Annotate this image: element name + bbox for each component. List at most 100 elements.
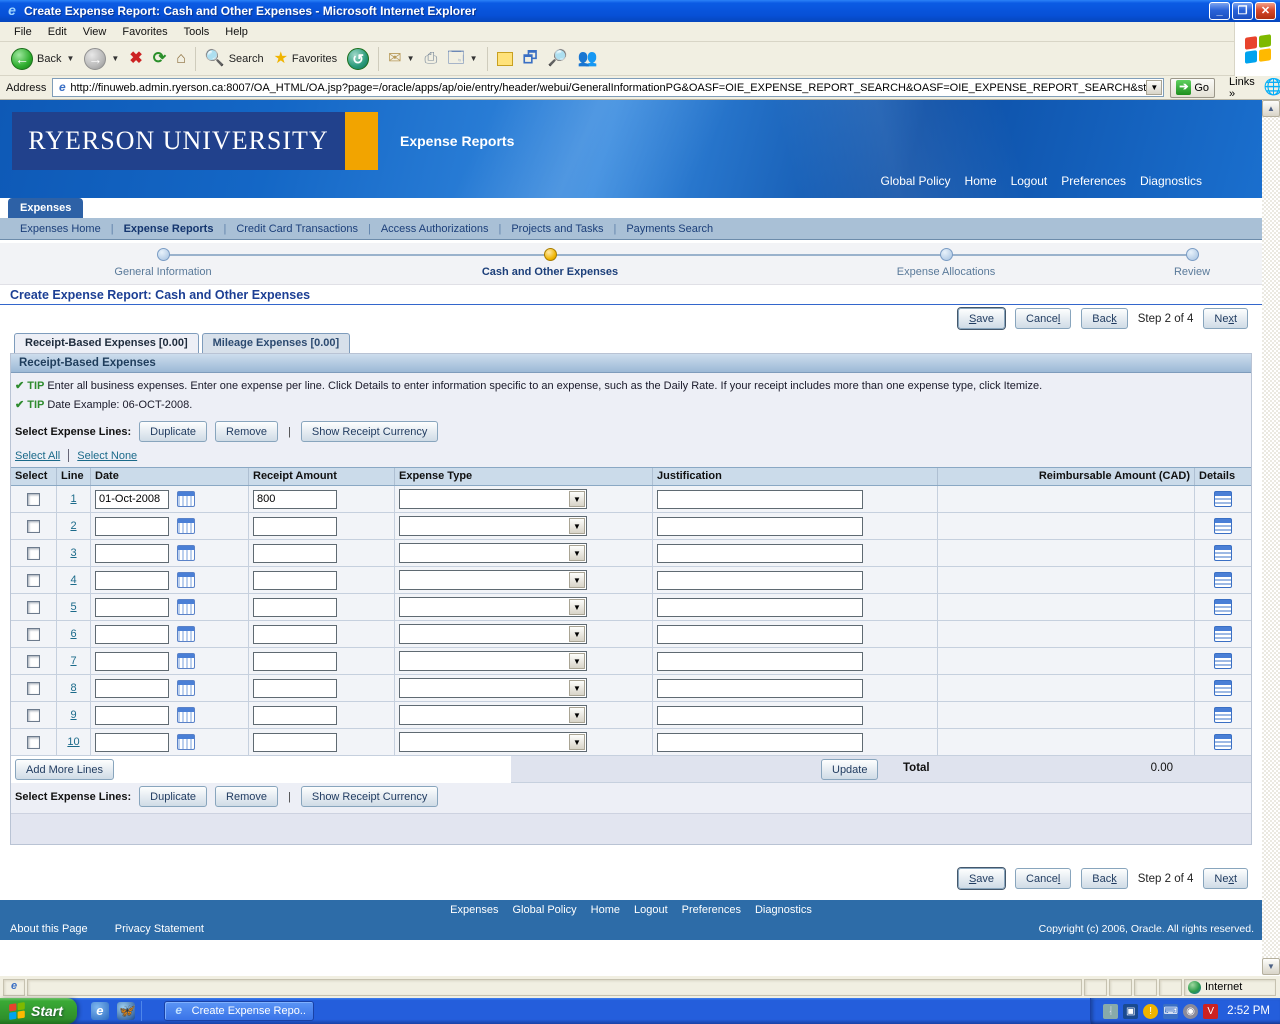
receipt-amount-input[interactable]	[253, 597, 337, 617]
save-button[interactable]: Save	[957, 308, 1006, 329]
date-input[interactable]	[95, 732, 169, 752]
forward-dropdown-icon[interactable]: ▼	[111, 54, 119, 63]
receipt-amount-input[interactable]	[253, 651, 337, 671]
line-checkbox[interactable]	[27, 654, 40, 668]
mail-button[interactable]: ✉ ▼	[383, 44, 419, 74]
details-icon[interactable]	[1214, 653, 1232, 669]
scroll-down-icon[interactable]: ▼	[1262, 958, 1280, 975]
details-icon[interactable]	[1214, 680, 1232, 696]
scroll-up-icon[interactable]: ▲	[1262, 100, 1280, 117]
global-link-home[interactable]: Home	[965, 174, 997, 188]
line-checkbox[interactable]	[27, 681, 40, 695]
volume-icon[interactable]: ◉	[1183, 1003, 1199, 1019]
expense-type-select[interactable]: ▼	[399, 543, 587, 563]
refresh-button[interactable]: ⟳	[148, 44, 171, 74]
address-dropdown-icon[interactable]: ▼	[1146, 80, 1163, 95]
expense-type-select[interactable]: ▼	[399, 516, 587, 536]
expense-type-select[interactable]: ▼	[399, 732, 587, 752]
justification-input[interactable]	[657, 624, 863, 644]
select-none-link[interactable]: Select None	[77, 450, 137, 462]
stop-button[interactable]: ✖	[124, 44, 147, 74]
calendar-picker-icon[interactable]	[177, 707, 195, 723]
line-number-link[interactable]: 2	[70, 520, 76, 532]
calendar-picker-icon[interactable]	[177, 734, 195, 750]
cancel-button[interactable]: Cance l	[1015, 868, 1072, 889]
date-input[interactable]	[95, 597, 169, 617]
details-icon[interactable]	[1214, 599, 1232, 615]
show-receipt-currency-button[interactable]: Show Receipt Currency	[300, 421, 439, 442]
calendar-picker-icon[interactable]	[177, 518, 195, 534]
quicklaunch-ie-icon[interactable]: e	[90, 1002, 109, 1020]
line-number-link[interactable]: 10	[67, 736, 79, 748]
menu-item-file[interactable]: File	[6, 24, 40, 40]
next-button[interactable]: Ne x t	[1203, 308, 1248, 329]
menu-item-edit[interactable]: Edit	[40, 24, 75, 40]
select-all-link[interactable]: Select All	[15, 450, 60, 462]
go-button[interactable]: ➔ Go	[1170, 77, 1216, 98]
menu-item-favorites[interactable]: Favorites	[114, 24, 175, 40]
date-input[interactable]	[95, 705, 169, 725]
wireless-icon[interactable]: ᛆ	[1103, 1003, 1119, 1019]
receipt-amount-input[interactable]	[253, 489, 337, 509]
receipt-amount-input[interactable]	[253, 543, 337, 563]
global-link-preferences[interactable]: Preferences	[1061, 174, 1126, 188]
address-input[interactable]: e http://finuweb.admin.ryerson.ca:8007/O…	[52, 78, 1165, 97]
network-icon[interactable]: ⌨	[1163, 1003, 1179, 1019]
history-button[interactable]: ↺	[342, 44, 374, 74]
footer-link-expenses[interactable]: Expenses	[450, 904, 498, 916]
footer-link-home[interactable]: Home	[591, 904, 620, 916]
line-number-link[interactable]: 5	[70, 601, 76, 613]
date-input[interactable]	[95, 570, 169, 590]
expense-type-select[interactable]: ▼	[399, 597, 587, 617]
subtab-mileage[interactable]: Mileage Expenses [0.00]	[201, 333, 351, 353]
calendar-picker-icon[interactable]	[177, 680, 195, 696]
print-button[interactable]: ⎙	[420, 44, 443, 74]
footer-link-preferences[interactable]: Preferences	[682, 904, 741, 916]
antivirus-shield-icon[interactable]: V	[1203, 1003, 1219, 1019]
remove-button[interactable]: Remove	[215, 786, 278, 807]
cancel-button[interactable]: Cance l	[1015, 308, 1072, 329]
line-number-link[interactable]: 3	[70, 547, 76, 559]
messenger-button[interactable]: 👥	[573, 44, 603, 74]
nav-item-credit-card-transactions[interactable]: Credit Card Transactions	[226, 223, 368, 235]
line-number-link[interactable]: 9	[70, 709, 76, 721]
justification-input[interactable]	[657, 597, 863, 617]
justification-input[interactable]	[657, 678, 863, 698]
justification-input[interactable]	[657, 543, 863, 563]
edit-button[interactable]: 🗔 ▼	[442, 44, 482, 74]
line-checkbox[interactable]	[27, 573, 40, 587]
date-input[interactable]	[95, 678, 169, 698]
line-checkbox[interactable]	[27, 708, 40, 722]
remove-button[interactable]: Remove	[215, 421, 278, 442]
footer-link-diagnostics[interactable]: Diagnostics	[755, 904, 812, 916]
tab-expenses[interactable]: Expenses	[8, 198, 84, 218]
duplicate-button[interactable]: Duplicate	[139, 786, 208, 807]
close-button[interactable]: ✕	[1255, 2, 1276, 20]
expense-type-select[interactable]: ▼	[399, 570, 587, 590]
duplicate-button[interactable]: Duplicate	[139, 421, 208, 442]
quicklaunch-msn-icon[interactable]: 🦋	[116, 1002, 135, 1020]
date-input[interactable]	[95, 624, 169, 644]
footer-link-global-policy[interactable]: Global Policy	[512, 904, 576, 916]
links-toolbar[interactable]: Links »	[1225, 76, 1259, 100]
next-button[interactable]: Ne x t	[1203, 868, 1248, 889]
expense-type-select[interactable]: ▼	[399, 651, 587, 671]
details-icon[interactable]	[1214, 491, 1232, 507]
line-checkbox[interactable]	[27, 492, 40, 506]
subtab-receipt-based[interactable]: Receipt-Based Expenses [0.00]	[14, 333, 199, 353]
mail-dropdown-icon[interactable]: ▼	[407, 54, 415, 63]
justification-input[interactable]	[657, 732, 863, 752]
calendar-picker-icon[interactable]	[177, 491, 195, 507]
nav-item-expense-reports[interactable]: Expense Reports	[114, 223, 224, 235]
expense-type-select[interactable]: ▼	[399, 678, 587, 698]
calendar-picker-icon[interactable]	[177, 599, 195, 615]
remote-display-icon[interactable]: ▣	[1123, 1003, 1139, 1019]
edit-frontpage-button[interactable]: 🗗	[518, 44, 543, 74]
receipt-amount-input[interactable]	[253, 678, 337, 698]
receipt-amount-input[interactable]	[253, 705, 337, 725]
line-checkbox[interactable]	[27, 600, 40, 614]
global-link-logout[interactable]: Logout	[1011, 174, 1048, 188]
update-button[interactable]: Update	[821, 759, 879, 780]
line-checkbox[interactable]	[27, 627, 40, 641]
research-button[interactable]: 🔎	[543, 44, 573, 74]
